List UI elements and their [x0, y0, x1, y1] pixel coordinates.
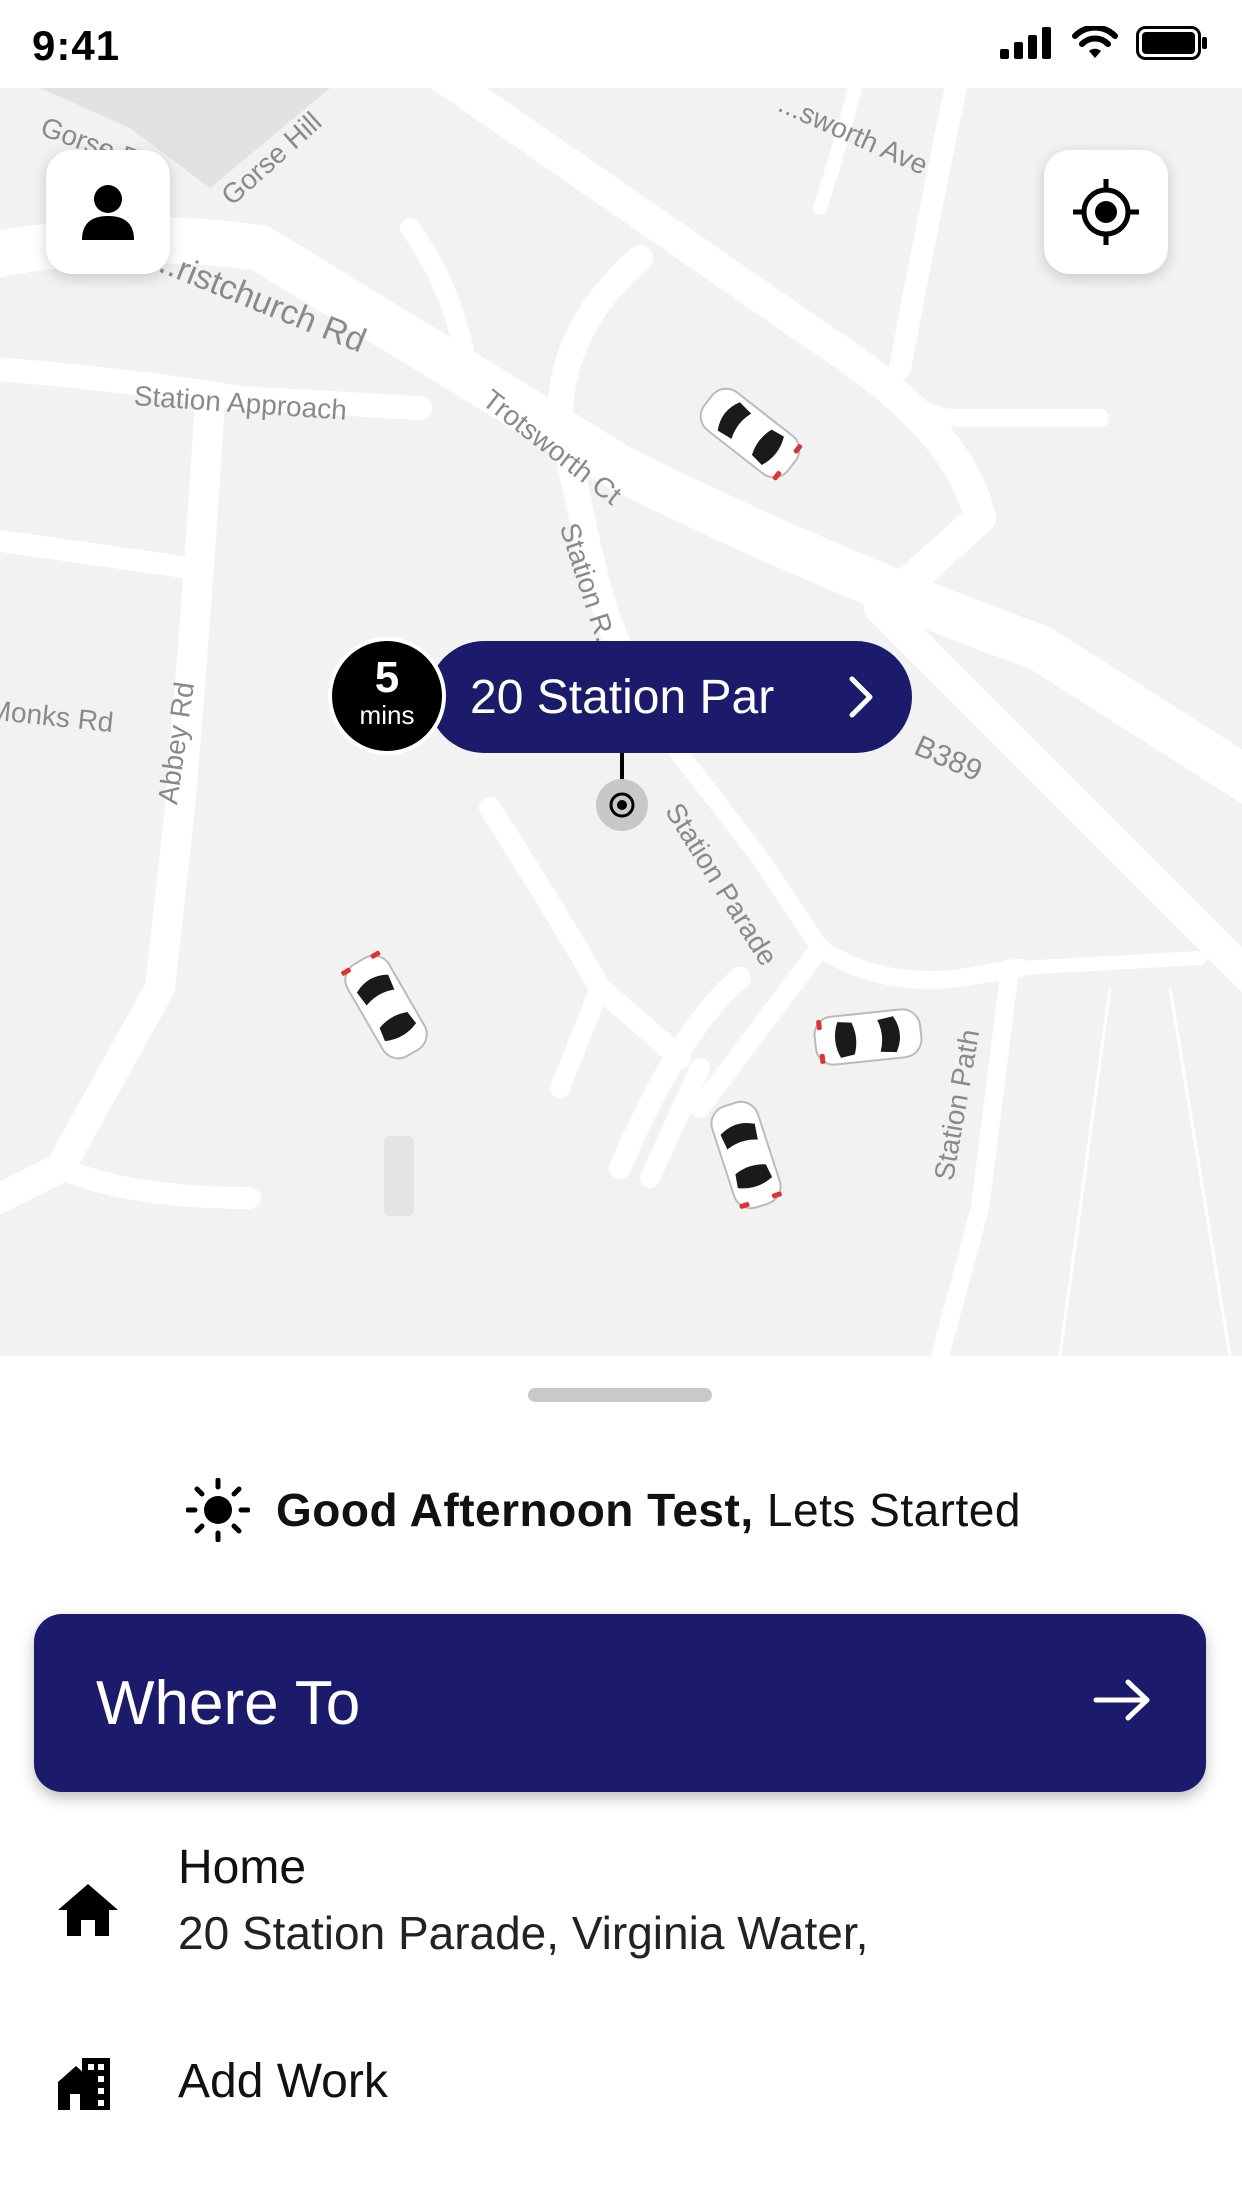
greeting-bold: Good Afternoon Test,	[276, 1484, 754, 1536]
arrow-right-icon	[1093, 1679, 1150, 1721]
place-subtitle: 20 Station Parade, Virginia Water,	[178, 1907, 869, 1959]
greeting-rest: Lets Started	[766, 1484, 1021, 1536]
crosshair-icon	[1073, 179, 1139, 245]
status-icons	[1000, 26, 1208, 60]
signal-icon	[1000, 27, 1051, 59]
locate-me-button[interactable]	[1044, 150, 1168, 274]
status-bar: 9:41	[0, 0, 1242, 88]
pickup-location-dot	[596, 779, 648, 831]
bottom-sheet: Good Afternoon Test, Lets Started Where …	[0, 1356, 1242, 2208]
pickup-address: 20 Station Par	[470, 670, 775, 724]
pickup-address-pill[interactable]: 20 Station Par	[428, 641, 912, 753]
greeting-text: Good Afternoon Test, Lets Started	[276, 1483, 1021, 1537]
chevron-right-icon	[849, 676, 873, 718]
home-icon	[58, 1884, 118, 1936]
profile-button[interactable]	[46, 150, 170, 274]
saved-place-add-work[interactable]: Add Work	[0, 2050, 1242, 2150]
eta-value: 5	[374, 653, 400, 702]
where-to-button[interactable]: Where To	[34, 1614, 1206, 1792]
map-view[interactable]: Gorse Rd Gorse Hill ...sworth Ave ...ris…	[0, 88, 1242, 1356]
user-icon	[82, 185, 134, 240]
place-title: Add Work	[178, 2055, 388, 2108]
wifi-icon	[1072, 26, 1118, 58]
eta-unit: mins	[359, 700, 415, 730]
target-dot-icon	[609, 792, 635, 818]
greeting: Good Afternoon Test, Lets Started	[186, 1478, 1021, 1542]
sun-icon	[186, 1478, 250, 1542]
building-icon	[58, 2058, 110, 2110]
battery-icon	[1136, 26, 1207, 60]
where-to-label: Where To	[96, 1669, 361, 1738]
eta-badge: 5 mins	[328, 637, 446, 755]
saved-place-home[interactable]: Home 20 Station Parade, Virginia Water,	[0, 1840, 1242, 1980]
sheet-drag-handle[interactable]	[528, 1388, 712, 1402]
place-title: Home	[178, 1841, 307, 1894]
status-time: 9:41	[32, 22, 121, 69]
